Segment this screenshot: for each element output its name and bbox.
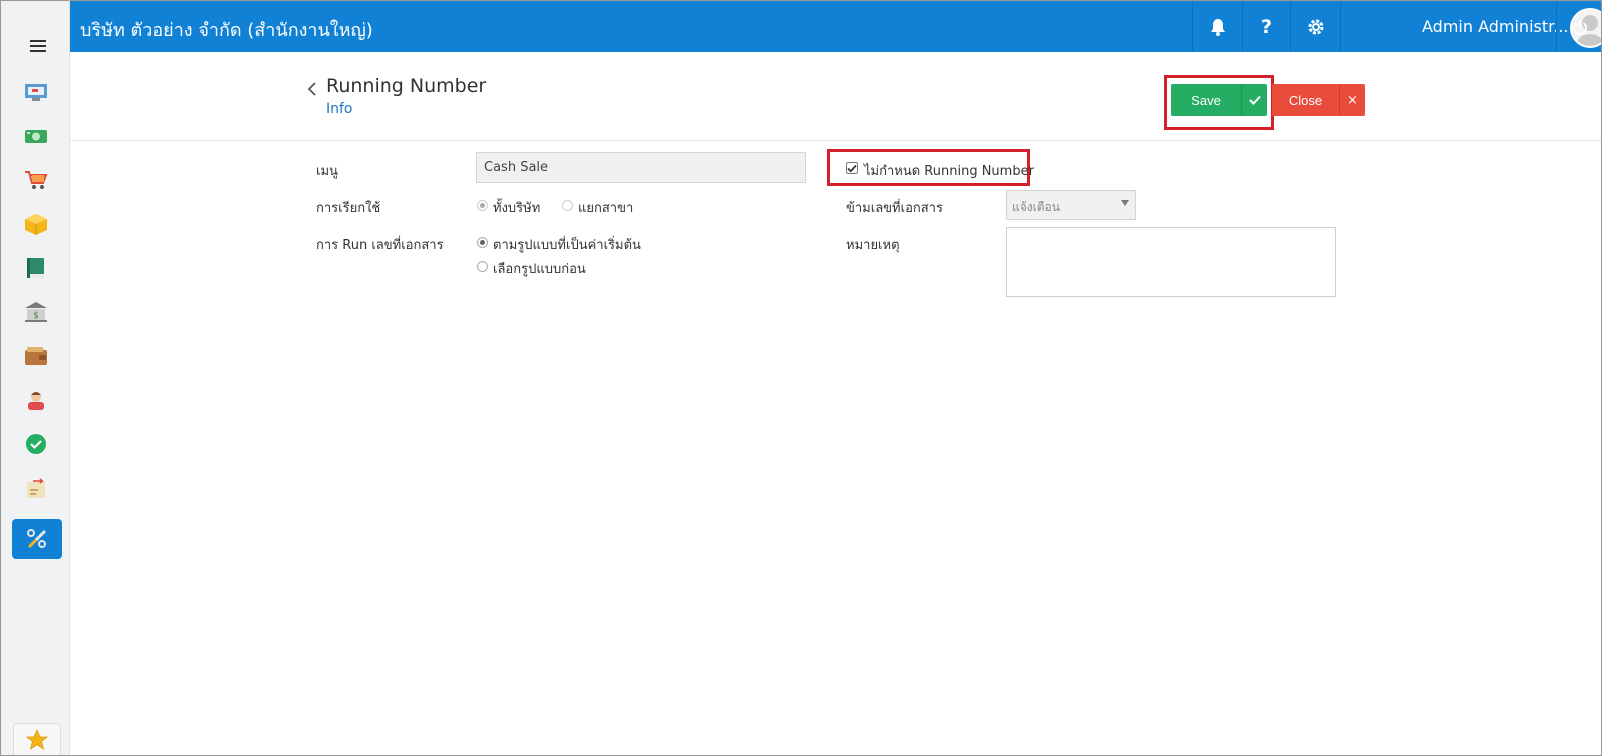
user-name: Admin Administr... — [1422, 17, 1569, 36]
usage-radio-branch[interactable] — [562, 200, 573, 211]
remark-textarea[interactable] — [1006, 227, 1336, 297]
usage-option-company-label: ทั้งบริษัท — [493, 201, 541, 216]
favorite-button[interactable] — [13, 723, 61, 756]
remark-label: หมายเหตุ — [846, 238, 900, 253]
menu-field: Cash Sale — [476, 152, 806, 183]
notification-button[interactable] — [1192, 1, 1242, 52]
save-confirm-button[interactable] — [1241, 84, 1267, 116]
checkmark-icon — [847, 164, 857, 172]
person-icon — [28, 392, 44, 410]
bell-icon — [1210, 18, 1225, 36]
run-option-default-label: ตามรูปแบบที่เป็นค่าเริ่มต้น — [493, 238, 641, 253]
usage-option-branch-label: แยกสาขา — [578, 201, 634, 216]
usage-label: การเรียกใช้ — [316, 201, 381, 216]
hamburger-menu-icon[interactable] — [30, 40, 46, 52]
no-running-checkbox[interactable] — [846, 162, 858, 174]
cart-icon — [25, 171, 48, 189]
sidebar: $ — [0, 0, 70, 756]
settings-button[interactable] — [1290, 1, 1340, 52]
skip-select-value: แจ้งเตือน — [1012, 200, 1060, 214]
chevron-left-icon — [307, 82, 316, 96]
skip-select[interactable]: แจ้งเตือน — [1006, 190, 1136, 220]
sidebar-item-monitor[interactable] — [23, 79, 49, 105]
skip-label: ข้ามเลขที่เอกสาร — [846, 201, 943, 216]
gear-icon — [1308, 19, 1323, 34]
no-running-label: ไม่กำหนด Running Number — [864, 164, 1034, 179]
sidebar-item-person[interactable] — [23, 387, 49, 413]
wallet-icon — [25, 347, 47, 365]
check-icon — [1248, 95, 1261, 105]
close-button[interactable]: Close — [1272, 84, 1339, 116]
sidebar-item-wallet[interactable] — [23, 343, 49, 369]
book-icon — [27, 258, 44, 278]
sidebar-item-book[interactable] — [23, 255, 49, 281]
bank-icon: $ — [25, 302, 47, 322]
money-icon — [25, 130, 47, 143]
tools-icon — [27, 529, 47, 549]
sidebar-item-transfer[interactable] — [23, 475, 49, 501]
run-radio-default[interactable] — [477, 237, 488, 248]
close-icon: × — [1347, 92, 1358, 108]
power-icon — [1572, 19, 1587, 35]
star-icon — [26, 729, 48, 750]
check-circle-icon — [26, 434, 46, 454]
sidebar-item-settings-tools[interactable] — [12, 519, 62, 559]
help-button[interactable]: ? — [1242, 1, 1290, 52]
save-button[interactable]: Save — [1171, 84, 1241, 116]
run-label: การ Run เลขที่เอกสาร — [316, 238, 444, 253]
page-title: Running Number — [326, 75, 487, 97]
sidebar-item-money[interactable] — [23, 123, 49, 149]
sidebar-item-box[interactable] — [23, 211, 49, 237]
run-radio-choose[interactable] — [477, 261, 488, 272]
monitor-icon — [25, 84, 47, 101]
svg-text:$: $ — [33, 311, 39, 321]
back-button[interactable] — [306, 81, 320, 97]
top-bar: บริษัท ตัวอย่าง จำกัด (สำนักงานใหญ่) ? A… — [70, 0, 1602, 52]
logout-button[interactable] — [1556, 1, 1602, 52]
chevron-down-icon — [1121, 200, 1129, 206]
transfer-icon — [27, 478, 45, 498]
sidebar-item-approve[interactable] — [23, 431, 49, 457]
box-icon — [25, 214, 47, 235]
page-subtitle: Info — [326, 101, 353, 117]
company-name: บริษัท ตัวอย่าง จำกัด (สำนักงานใหญ่) — [80, 20, 373, 41]
usage-radio-company[interactable] — [477, 200, 488, 211]
sidebar-item-bank[interactable]: $ — [23, 299, 49, 325]
close-x-button[interactable]: × — [1339, 84, 1365, 116]
menu-label: เมนู — [316, 164, 338, 179]
run-option-choose-label: เลือกรูปแบบก่อน — [493, 262, 586, 277]
page-header: Running Number Info — [70, 52, 1602, 141]
sidebar-item-cart[interactable] — [23, 167, 49, 193]
help-icon: ? — [1260, 15, 1273, 38]
